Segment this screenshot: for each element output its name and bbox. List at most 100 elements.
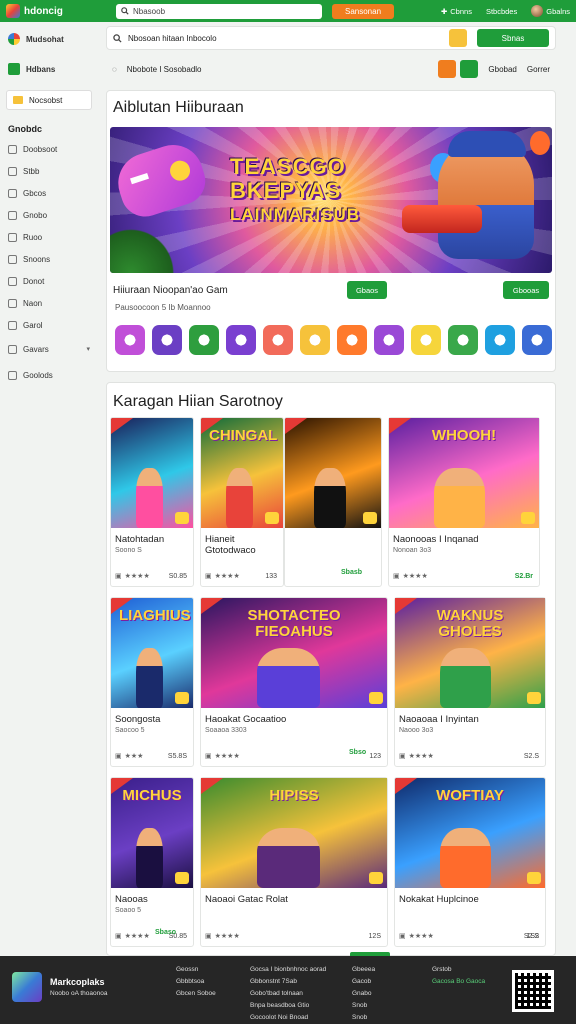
footer-link[interactable]: Gacob bbox=[352, 978, 375, 985]
filter-row-text[interactable]: Nbobote I Sosobadlo bbox=[127, 65, 202, 74]
footer-brand[interactable]: Markcoplaks Noobo oA thoaonoa bbox=[12, 972, 107, 1002]
corner-badge-icon bbox=[369, 692, 383, 704]
search-button[interactable]: Sansonan bbox=[332, 3, 394, 19]
app-icon[interactable] bbox=[374, 325, 404, 355]
footer-link[interactable]: Gbbbtsoa bbox=[176, 978, 216, 985]
sidebar-item[interactable]: Snoons bbox=[0, 248, 98, 270]
sidebar-item[interactable]: Gbcos bbox=[0, 182, 98, 204]
app-icon[interactable] bbox=[115, 325, 145, 355]
footer-link[interactable]: Gocoolot Noi Bnoad bbox=[250, 1014, 326, 1021]
filter-search-text[interactable]: Nbosoan hitaan Inbocolo bbox=[128, 34, 217, 43]
sidebar-item[interactable]: Doobsoot bbox=[0, 138, 98, 160]
game-title[interactable]: Hianeit Gtotodwaco bbox=[201, 528, 283, 558]
app-icon[interactable] bbox=[411, 325, 441, 355]
filter-row-right-b[interactable]: Gorrer bbox=[527, 65, 550, 74]
filter-button[interactable]: Sbnas bbox=[477, 29, 549, 47]
game-title[interactable]: Nokakat Huplcinoe bbox=[395, 888, 545, 907]
app-icon[interactable] bbox=[152, 325, 182, 355]
app-icon[interactable] bbox=[522, 325, 552, 355]
game-tile[interactable]: WOFTIAY Nokakat Huplcinoe ▣ ★★★★ 1S2 S2.S bbox=[394, 777, 546, 947]
app-icon[interactable] bbox=[226, 325, 256, 355]
game-title[interactable]: Naoaoi Gatac Rolat bbox=[201, 888, 387, 907]
view-button[interactable] bbox=[460, 60, 479, 78]
app-icon[interactable] bbox=[300, 325, 330, 355]
game-cover-logo: WHOOH! bbox=[431, 427, 497, 444]
footer-link[interactable]: Gbcen Soboe bbox=[176, 990, 216, 997]
game-title[interactable]: Naooas bbox=[111, 888, 193, 907]
footer-link[interactable]: Gnabo bbox=[352, 990, 375, 997]
app-icon[interactable] bbox=[448, 325, 478, 355]
sidebar-item[interactable]: Donot bbox=[0, 270, 98, 292]
mascot-icon[interactable] bbox=[449, 29, 467, 47]
footer-link[interactable]: Geossn bbox=[176, 966, 216, 973]
platform-icon: ▣ bbox=[115, 573, 122, 580]
footer-link[interactable]: Gocsa I bionbnhnoc aorad bbox=[250, 966, 326, 973]
featured-card: Aiblutan Hiiburaan TEASCGO BKEPYAS LAINM… bbox=[106, 90, 556, 372]
game-cover: HIPISS bbox=[201, 778, 387, 888]
footer-accent bbox=[350, 952, 390, 956]
sidebar-heading: Gnobdc bbox=[8, 124, 42, 134]
game-tile[interactable]: HIPISS Naoaoi Gatac Rolat ▣ ★★★★ 12S Sbaso bbox=[155, 777, 388, 947]
sidebar-item-hub[interactable]: Hdbans bbox=[0, 54, 98, 84]
game-tile[interactable]: SHOTACTEO FIEOAHUS Haoakat Gocaatioo Soaao… bbox=[200, 597, 388, 767]
game-title[interactable]: Haoakat Gocaatioo bbox=[201, 708, 387, 727]
sort-button[interactable] bbox=[438, 60, 457, 78]
footer-link[interactable]: Gobo'tbad tolnaan bbox=[250, 990, 326, 997]
platform-icon: ▣ bbox=[115, 933, 122, 940]
footer-link[interactable]: Grstob bbox=[432, 966, 485, 973]
game-title[interactable]: Natohtadan bbox=[111, 528, 193, 547]
sidebar-item-icon bbox=[8, 370, 17, 380]
game-tile[interactable]: CHINGAL Hianeit Gtotodwaco ▣ ★★★★ 133 bbox=[200, 417, 284, 587]
game-title[interactable]: Naonooas I Inqanad bbox=[389, 528, 539, 547]
featured-primary-button[interactable]: Gbooas bbox=[503, 281, 549, 299]
hero-banner[interactable]: TEASCGO BKEPYAS LAINMARISUB bbox=[110, 127, 552, 273]
featured-small-button[interactable]: Gbaos bbox=[347, 281, 387, 299]
footer-link[interactable]: Snob bbox=[352, 1014, 375, 1021]
top-action-profile[interactable]: Gbalns bbox=[531, 5, 570, 17]
footer-link[interactable]: Gbbonstnt 7Sab bbox=[250, 978, 326, 985]
game-tile[interactable]: WAKNUS GHOLES Naoaoaa I Inyintan Naooo 3o3… bbox=[349, 597, 546, 767]
game-grid: Natohtadan Soono S ▣ ★★★★ S0.85 CHINGAL Hianei… bbox=[107, 417, 555, 947]
featured-game-title[interactable]: Hiiuraan Nioopan'ao Gam bbox=[113, 285, 228, 296]
cover-character bbox=[225, 467, 254, 528]
app-icon[interactable] bbox=[337, 325, 367, 355]
footer-link[interactable]: Bnpa beasdboa Gtio bbox=[250, 1002, 326, 1009]
game-tile[interactable]: LIAGHIUS Soongosta Saocoo 5 ▣ ★★★ S5.8S bbox=[110, 597, 194, 767]
footer-link[interactable]: Gacosa Bo Gaoca bbox=[432, 978, 485, 985]
hero-character bbox=[438, 139, 534, 259]
footer-link[interactable]: Gbeeea bbox=[352, 966, 375, 973]
app-icon[interactable] bbox=[263, 325, 293, 355]
sidebar-item[interactable]: Goolods bbox=[0, 364, 98, 386]
sidebar-item-icon bbox=[8, 344, 17, 354]
sidebar-pill[interactable]: Nocsobst bbox=[6, 90, 92, 110]
game-title[interactable]: Naoaoaa I Inyintan bbox=[395, 708, 545, 727]
game-tile[interactable]: Natohtadan Soono S ▣ ★★★★ S0.85 bbox=[110, 417, 194, 587]
app-icon[interactable] bbox=[485, 325, 515, 355]
sidebar-item[interactable]: Stbb bbox=[0, 160, 98, 182]
sidebar-item[interactable]: Gavars ▾ bbox=[0, 338, 98, 360]
footer-link[interactable]: Snob bbox=[352, 1002, 375, 1009]
platform-icon: ▣ bbox=[399, 933, 406, 940]
platform-icon: ▣ bbox=[205, 933, 212, 940]
game-tile[interactable]: MICHUS Naooas Soaoo 5 ▣ ★★★★ S0.85 bbox=[110, 777, 194, 947]
sidebar-item[interactable]: Naon bbox=[0, 292, 98, 314]
top-action-cart[interactable]: ✚ Cbnns bbox=[441, 7, 472, 16]
app-icon-strip bbox=[107, 317, 555, 365]
sidebar-item[interactable]: Garol bbox=[0, 314, 98, 336]
app-icon[interactable] bbox=[189, 325, 219, 355]
cart-icon: ✚ bbox=[440, 6, 448, 16]
game-meta: ▣ ★★★★ S0.85 bbox=[115, 932, 187, 941]
sidebar-item[interactable]: Ruoo bbox=[0, 226, 98, 248]
filter-row-right-a[interactable]: Gbobad bbox=[488, 65, 516, 74]
sidebar-item-marketplace[interactable]: Mudsohat bbox=[0, 24, 98, 54]
search-input[interactable]: Nbasoob bbox=[116, 3, 322, 19]
refresh-icon[interactable]: ◌ bbox=[112, 65, 117, 74]
brand-logo[interactable]: hdoncig bbox=[6, 4, 110, 18]
sidebar-item-icon bbox=[8, 210, 17, 220]
top-action-subscribes[interactable]: Stbcbdes bbox=[486, 7, 517, 16]
game-tile[interactable] bbox=[284, 417, 382, 587]
sidebar-item[interactable]: Gnobo bbox=[0, 204, 98, 226]
corner-badge-icon bbox=[369, 872, 383, 884]
game-tile[interactable]: WHOOH! Naonooas I Inqanad Nonoan 3o3 ▣ ★★★★ S… bbox=[341, 417, 540, 587]
game-title[interactable]: Soongosta bbox=[111, 708, 193, 727]
